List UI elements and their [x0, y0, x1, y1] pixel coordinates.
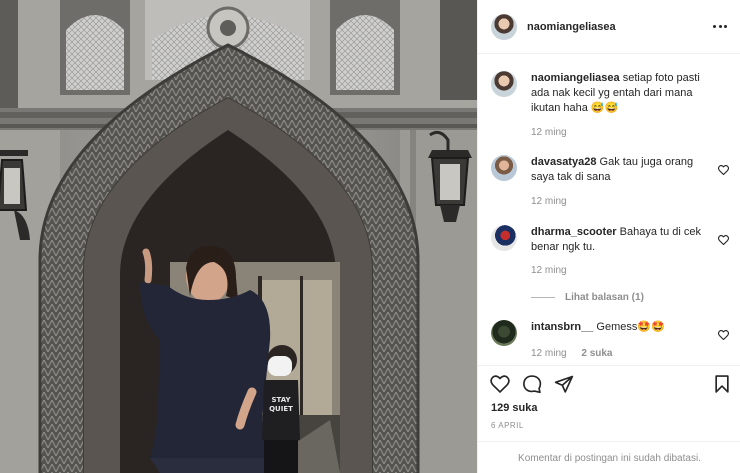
comment-time: 12 ming [531, 348, 567, 359]
heart-icon[interactable] [718, 165, 729, 175]
cathedral-door-photo: STAY QUIET [0, 0, 477, 473]
view-replies-button[interactable]: Lihat balasan (1) [531, 292, 644, 303]
comment-body: naomiangeliasea setiap foto pasti ada na… [531, 71, 716, 116]
comment-body: intansbrn__ Gemess🤩🤩 [531, 320, 716, 335]
comment-time: 12 ming [531, 265, 567, 276]
post-panel: naomiangeliasea naomiangeliasea setiap f… [477, 0, 740, 473]
list-item: intansbrn__ Gemess🤩🤩 12 ming 2 suka [491, 320, 731, 365]
heart-icon[interactable] [718, 330, 729, 340]
instagram-post: STAY QUIET naomiangeliasea naomiangelias… [0, 0, 740, 473]
comment-body: davasatya28 Gak tau juga orang saya tak … [531, 155, 716, 185]
svg-text:STAY: STAY [271, 396, 291, 404]
post-date[interactable]: 6 APRIL [491, 421, 524, 430]
comment-time: 12 ming [531, 127, 567, 138]
post-actions: 129 suka 6 APRIL Komentar di postingan i… [478, 365, 740, 473]
comment-username[interactable]: intansbrn__ [531, 321, 593, 333]
comment-username[interactable]: davasatya28 [531, 156, 596, 168]
comment-meta: 12 ming [531, 196, 567, 207]
avatar[interactable] [491, 13, 517, 40]
list-item: davasatya28 Gak tau juga orang saya tak … [491, 155, 731, 215]
more-icon[interactable] [713, 19, 727, 33]
bookmark-icon[interactable] [712, 374, 732, 394]
comment-meta: 12 ming 2 suka [531, 348, 613, 359]
comment-text: Gemess🤩🤩 [596, 321, 665, 333]
comment-username[interactable]: dharma_scooter [531, 226, 617, 238]
share-icon[interactable] [554, 374, 574, 394]
avatar[interactable] [491, 155, 517, 181]
comment-body: dharma_scooter Bahaya tu di cek benar ng… [531, 225, 716, 255]
list-item: dharma_scooter Bahaya tu di cek benar ng… [491, 225, 731, 285]
heart-icon[interactable] [718, 235, 729, 245]
post-photo[interactable]: STAY QUIET [0, 0, 477, 473]
svg-text:QUIET: QUIET [269, 405, 293, 413]
avatar[interactable] [491, 225, 517, 251]
comment-meta: 12 ming [531, 127, 567, 138]
replies-label: Lihat balasan (1) [565, 292, 644, 303]
comment-likes[interactable]: 2 suka [581, 348, 612, 359]
header-username[interactable]: naomiangeliasea [527, 21, 616, 33]
likes-count[interactable]: 129 suka [491, 402, 537, 414]
comments-list: naomiangeliasea setiap foto pasti ada na… [478, 55, 740, 365]
comment-meta: 12 ming [531, 265, 567, 276]
comment-username[interactable]: naomiangeliasea [531, 72, 620, 84]
heart-icon[interactable] [490, 374, 510, 394]
comments-closed-notice: Komentar di postingan ini sudah dibatasi… [478, 441, 740, 473]
comment-time: 12 ming [531, 196, 567, 207]
avatar[interactable] [491, 71, 517, 97]
child-figure: STAY QUIET [262, 345, 300, 473]
list-item: naomiangeliasea setiap foto pasti ada na… [491, 71, 731, 151]
comment-icon[interactable] [522, 374, 542, 394]
avatar[interactable] [491, 320, 517, 346]
replies-line [531, 297, 555, 298]
post-header: naomiangeliasea [478, 0, 740, 54]
